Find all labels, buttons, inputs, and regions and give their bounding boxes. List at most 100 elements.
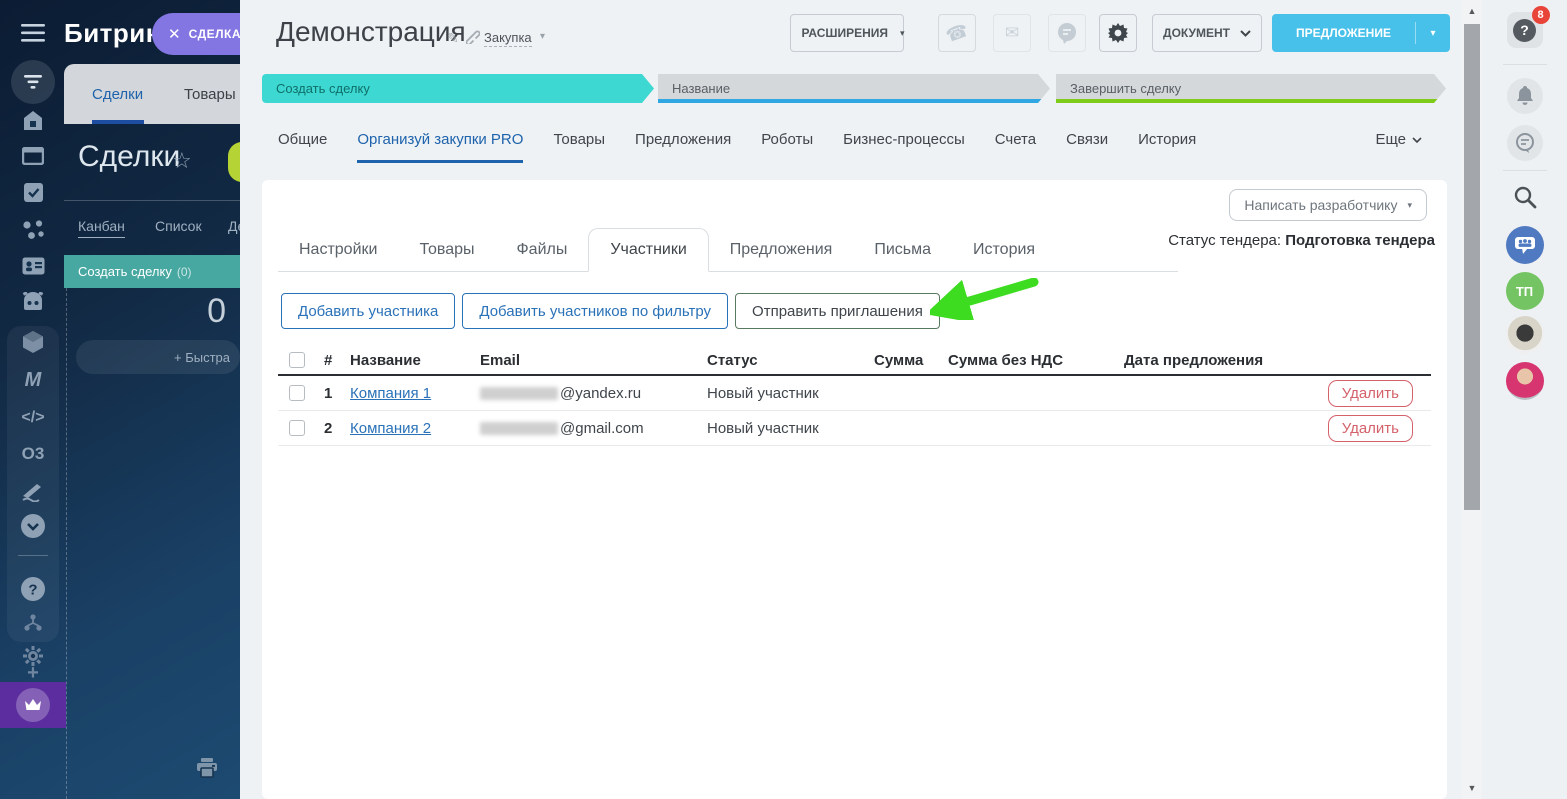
svg-text:?: ? — [28, 582, 37, 599]
call-phone-button[interactable]: ☎ — [938, 14, 976, 52]
chevron-down-icon[interactable]: ▾ — [900, 28, 905, 39]
proposal-button[interactable]: ПРЕДЛОЖЕНИЕ ▾ — [1272, 14, 1450, 52]
vertical-scrollbar[interactable]: ▲ ▼ — [1462, 0, 1482, 799]
deals-page-title: Сделки — [78, 140, 181, 173]
tab-organize-procurement-pro[interactable]: Организуй закупки PRO — [357, 131, 524, 163]
tasks-icon[interactable] — [0, 180, 66, 204]
stage-name[interactable]: Название — [658, 74, 1050, 103]
col-name: Название — [350, 351, 421, 369]
developer-code-icon[interactable]: </> — [0, 406, 66, 430]
close-icon[interactable]: ✕ — [168, 25, 181, 43]
tab-history[interactable]: История — [1138, 131, 1196, 160]
card-tab-files[interactable]: Файлы — [496, 229, 589, 271]
kanban-column-header[interactable]: Создать сделку (0) — [64, 255, 240, 288]
participant-status: Новый участник — [707, 384, 819, 402]
card-tab-participants[interactable]: Участники — [588, 228, 709, 272]
quick-deal-button[interactable]: + Быстра — [76, 340, 240, 374]
slider-badge-label: СДЕЛКА — [188, 27, 240, 41]
send-email-button[interactable]: ✉ — [993, 14, 1031, 52]
edit-pencil-icon[interactable]: ✎ — [447, 30, 459, 47]
favorite-star-icon[interactable]: ☆ — [172, 148, 192, 174]
sign-pen-icon[interactable] — [0, 480, 66, 504]
add-participants-by-filter-button[interactable]: Добавить участников по фильтру — [462, 293, 729, 329]
chevron-down-icon — [1240, 29, 1251, 37]
card-tabs: Настройки Товары Файлы Участники Предлож… — [278, 228, 1178, 272]
messenger-button[interactable] — [1506, 125, 1543, 161]
deal-category-selector[interactable]: Закупка — [484, 30, 532, 47]
collapse-chevron-icon[interactable] — [0, 512, 66, 540]
view-tab-kanban[interactable]: Канбан — [78, 218, 125, 238]
add-plus-icon[interactable]: + — [0, 662, 66, 684]
chat-lines-icon — [1515, 133, 1534, 153]
company-logo-avatar[interactable] — [1505, 316, 1544, 354]
store-icon[interactable] — [0, 108, 66, 132]
chat-button[interactable] — [1048, 14, 1086, 52]
company-link[interactable]: Компания 2 — [350, 420, 431, 437]
scroll-down-icon[interactable]: ▼ — [1462, 783, 1482, 793]
cube-icon[interactable] — [0, 330, 66, 354]
tariff-crown-button[interactable] — [0, 682, 66, 728]
company-link[interactable]: Компания 1 — [350, 385, 431, 402]
card-tab-letters[interactable]: Письма — [853, 229, 952, 271]
tab-general[interactable]: Общие — [278, 131, 327, 160]
tab-business-processes[interactable]: Бизнес-процессы — [843, 131, 965, 160]
stage-finish-deal[interactable]: Завершить сделку — [1056, 74, 1446, 103]
sites-icon[interactable] — [0, 145, 66, 167]
tab-products[interactable]: Товары — [553, 131, 605, 160]
send-invitations-button[interactable]: Отправить приглашения — [735, 293, 940, 329]
crm-funnel-icon[interactable] — [0, 60, 66, 104]
add-deal-button-edge[interactable] — [228, 142, 240, 182]
scrollbar-thumb[interactable] — [1464, 24, 1480, 510]
entity-tab-bar: Сделки Товары — [64, 64, 240, 124]
chevron-down-icon: ▾ — [1407, 199, 1412, 210]
printer-icon[interactable] — [196, 758, 218, 783]
structure-tree-icon[interactable] — [0, 612, 66, 634]
copy-link-icon[interactable] — [465, 30, 481, 49]
slider-close-badge[interactable]: ✕ СДЕЛКА — [152, 13, 240, 55]
menu-hamburger-icon[interactable] — [0, 20, 66, 46]
tab-links[interactable]: Связи — [1066, 131, 1108, 160]
chevron-down-icon: ▾ — [540, 31, 546, 42]
notifications-button[interactable] — [1506, 78, 1543, 114]
user-avatar[interactable] — [1505, 362, 1544, 400]
bot-icon[interactable] — [0, 290, 66, 314]
bitrix-logo[interactable]: Битрик — [64, 18, 159, 49]
settings-button[interactable] — [1099, 14, 1137, 52]
tab-more[interactable]: Еще — [1375, 131, 1422, 148]
view-tab-activities[interactable]: Де — [228, 218, 240, 234]
contacts-card-icon[interactable] — [0, 255, 66, 277]
delete-button[interactable]: Удалить — [1327, 379, 1413, 407]
extensions-button[interactable]: РАСШИРЕНИЯ ▾ — [790, 14, 905, 52]
col-status: Статус — [707, 351, 758, 369]
delete-button[interactable]: Удалить — [1327, 414, 1413, 442]
group-chat-avatar[interactable] — [1505, 226, 1544, 264]
select-all-checkbox[interactable] — [289, 352, 305, 368]
tab-invoices[interactable]: Счета — [995, 131, 1036, 160]
view-tab-list[interactable]: Список — [155, 218, 202, 234]
row-checkbox[interactable] — [289, 385, 305, 401]
card-tab-products[interactable]: Товары — [398, 229, 495, 271]
add-participant-button[interactable]: Добавить участника — [281, 293, 456, 329]
tp-avatar[interactable]: ТП — [1505, 272, 1544, 310]
market-m-icon[interactable]: M — [0, 368, 66, 392]
network-icon[interactable] — [0, 218, 66, 242]
card-tab-history[interactable]: История — [952, 229, 1056, 271]
tab-robots[interactable]: Роботы — [761, 131, 813, 160]
row-checkbox[interactable] — [289, 420, 305, 436]
search-button[interactable] — [1510, 182, 1540, 212]
card-tab-offers[interactable]: Предложения — [709, 229, 854, 271]
scroll-up-icon[interactable]: ▲ — [1462, 6, 1482, 16]
o3-icon[interactable]: O3 — [0, 442, 66, 466]
write-developer-button[interactable]: Написать разработчику ▾ — [1229, 189, 1427, 221]
stage-create-deal[interactable]: Создать сделку — [262, 74, 654, 103]
tab-quotes[interactable]: Предложения — [635, 131, 731, 160]
document-button[interactable]: ДОКУМЕНТ — [1152, 14, 1262, 52]
card-tab-settings[interactable]: Настройки — [278, 229, 398, 271]
divider — [64, 200, 240, 201]
tab-products[interactable]: Товары — [184, 64, 236, 124]
col-sum-no-vat: Сумма без НДС — [948, 351, 1064, 369]
tab-deals[interactable]: Сделки — [92, 64, 143, 124]
chevron-down-icon[interactable]: ▾ — [1416, 28, 1450, 39]
help-button[interactable]: ? 8 — [1506, 6, 1550, 48]
support-question-icon[interactable]: ? — [0, 575, 66, 603]
